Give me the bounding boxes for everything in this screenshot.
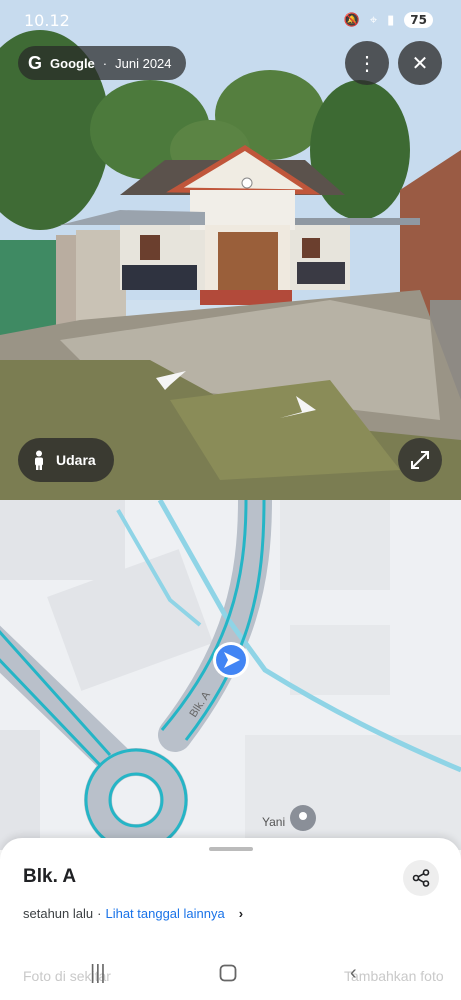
chevron-right-icon[interactable]: › [239,906,243,921]
fullscreen-icon [411,451,429,469]
attribution-separator: · [102,55,108,71]
map-building [290,625,390,695]
recents-icon[interactable]: ||| [90,962,106,985]
close-button[interactable]: ✕ [398,41,442,85]
street-view-panorama[interactable]: 10.12 🔕 ⌖ ▮ 75 G Google · Juni 2024 ⋮ ✕ … [0,0,461,500]
imagery-age: setahun lalu [23,906,94,921]
place-pin-dot [299,812,307,820]
mute-icon: 🔕 [343,12,360,28]
capture-date: Juni 2024 [115,55,172,71]
meta-separator: · [97,906,102,921]
imagery-date-row: setahun lalu · Lihat tanggal lainnya › [23,906,243,921]
map-route [108,772,164,828]
battery-level: 75 [404,12,433,28]
map-canvas: Blk. A [0,500,461,850]
google-logo: G [28,52,43,73]
system-navigation-bar: ||| ‹ [0,952,461,1000]
attribution-brand: Google [50,55,95,71]
map-building [0,500,125,580]
aerial-view-button[interactable]: Udara [18,438,114,482]
status-time: 10.12 [24,11,70,30]
share-button[interactable] [403,860,439,896]
status-bar: 10.12 🔕 ⌖ ▮ 75 [0,0,461,40]
place-title: Blk. A [23,866,77,887]
poi-label[interactable]: Yani [262,815,285,829]
imagery-attribution[interactable]: G Google · Juni 2024 [18,46,186,80]
share-icon [412,869,430,887]
map-building [245,735,461,850]
aerial-view-label: Udara [56,452,96,468]
location-icon: ⌖ [369,12,378,28]
back-icon[interactable]: ‹ [350,962,357,985]
home-icon[interactable] [219,964,237,982]
person-icon [35,450,43,470]
fullscreen-button[interactable] [398,438,442,482]
map-building [0,730,40,850]
status-icons: 🔕 ⌖ ▮ 75 [344,12,433,28]
sheet-drag-handle[interactable] [209,847,253,851]
more-vert-icon: ⋮ [357,52,377,75]
map-view[interactable]: Blk. A Yani [0,500,461,850]
more-options-button[interactable]: ⋮ [345,41,389,85]
signal-icon: ▮ [387,12,395,28]
more-dates-link[interactable]: Lihat tanggal lainnya [105,906,224,921]
close-icon: ✕ [411,52,429,75]
map-building [280,500,390,590]
